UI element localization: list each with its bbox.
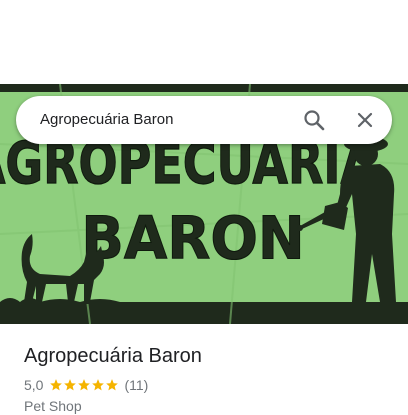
place-category: Pet Shop xyxy=(24,398,82,414)
search-box[interactable]: Agropecuária Baron xyxy=(16,96,392,144)
star-icon xyxy=(106,379,119,391)
star-icon xyxy=(92,379,105,391)
search-icon xyxy=(304,110,325,131)
star-icon xyxy=(78,379,91,391)
close-icon xyxy=(357,112,373,128)
search-button[interactable] xyxy=(298,104,330,136)
star-icon xyxy=(50,379,63,391)
rating-row[interactable]: 5,0 (11) xyxy=(24,376,148,394)
banner-line2: BARON xyxy=(81,204,305,273)
search-input[interactable]: Agropecuária Baron xyxy=(40,110,173,130)
review-count[interactable]: (11) xyxy=(124,377,148,393)
place-title[interactable]: Agropecuária Baron xyxy=(24,344,202,368)
close-button[interactable] xyxy=(349,104,381,136)
star-icon xyxy=(64,379,77,391)
rating-value: 5,0 xyxy=(24,377,44,393)
rating-stars xyxy=(49,378,119,392)
